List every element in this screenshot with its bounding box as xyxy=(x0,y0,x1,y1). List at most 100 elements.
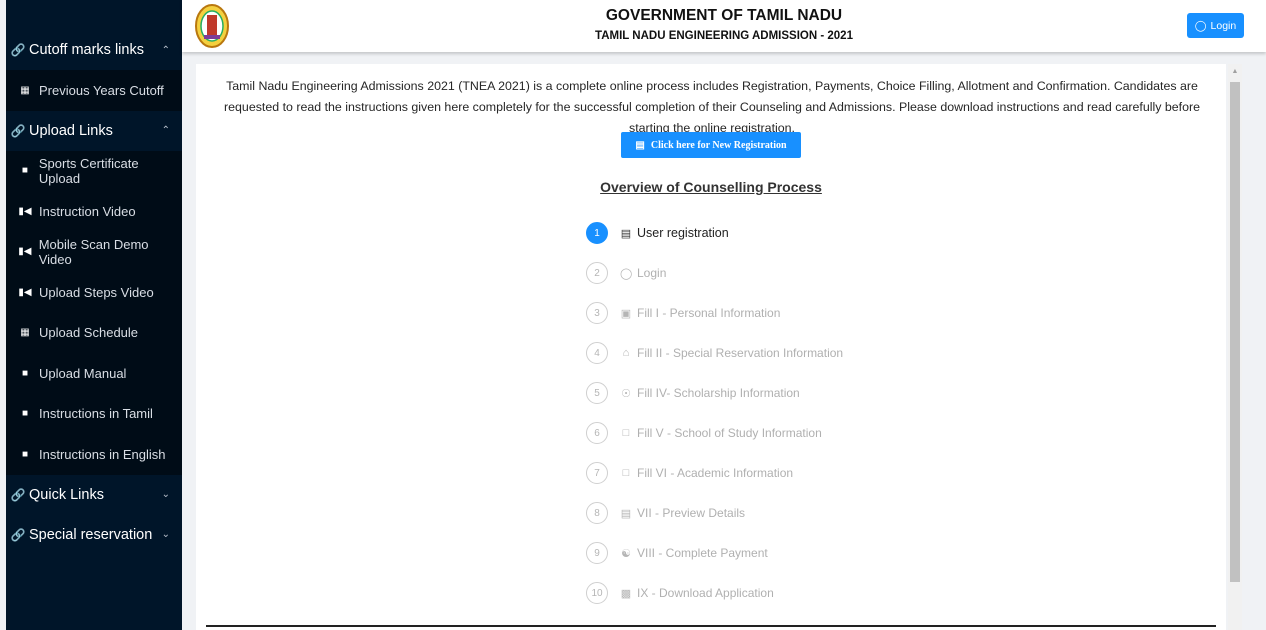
divider xyxy=(206,625,1216,627)
sidebar-item-label: Instructions in Tamil xyxy=(39,406,153,422)
chevron-up-icon: ⌃ xyxy=(161,44,170,56)
step-number: 1 xyxy=(586,222,608,244)
dollar-circle-icon: ☉ xyxy=(621,387,631,400)
chevron-down-icon: ⌄ xyxy=(161,529,170,540)
step-label: VIII - Complete Payment xyxy=(637,546,768,560)
step-label: Fill II - Special Reservation Informatio… xyxy=(637,346,844,360)
step-number: 8 xyxy=(586,502,608,524)
sidebar-item-upload-steps-video[interactable]: ▮◀ Upload Steps Video xyxy=(6,272,182,313)
chevron-down-icon: ⌄ xyxy=(161,489,170,500)
step-payment: 9 ☯ VIII - Complete Payment xyxy=(586,533,843,573)
step-number: 6 xyxy=(586,422,608,444)
login-button[interactable]: ◯ Login xyxy=(1187,13,1244,38)
sidebar-item-label: Upload Schedule xyxy=(39,325,139,341)
video-camera-icon: ▮◀ xyxy=(18,205,32,217)
id-card-icon: ▣ xyxy=(620,307,632,320)
step-academic: 7 □ Fill VI - Academic Information xyxy=(586,453,843,493)
sidebar-group-quick-links[interactable]: 🔗 Quick Links ⌄ xyxy=(6,475,182,515)
link-icon: 🔗 xyxy=(10,487,26,502)
sidebar-item-instructions-english[interactable]: ■ Instructions in English xyxy=(6,434,182,475)
step-download: 10 ▩ IX - Download Application xyxy=(586,573,843,613)
new-registration-button[interactable]: ▤ Click here for New Registration xyxy=(621,132,801,158)
step-user-registration: 1 ▤ User registration xyxy=(586,213,843,253)
file-icon: □ xyxy=(622,427,630,439)
sidebar-item-instruction-video[interactable]: ▮◀ Instruction Video xyxy=(6,191,182,232)
sidebar-item-previous-years-cutoff[interactable]: ▦ Previous Years Cutoff xyxy=(6,70,182,111)
user-icon: ◯ xyxy=(620,267,633,280)
sidebar: 🔗 Cutoff marks links ⌃ ▦ Previous Years … xyxy=(6,0,182,630)
book-icon: ■ xyxy=(21,367,29,379)
sidebar-item-label: Instruction Video xyxy=(39,203,136,219)
sidebar-group-label: Upload Links xyxy=(29,122,113,139)
step-number: 2 xyxy=(586,262,608,284)
step-label: Login xyxy=(637,266,667,280)
step-scholarship: 5 ☉ Fill IV- Scholarship Information xyxy=(586,373,843,413)
sidebar-group-cutoff-marks-links[interactable]: 🔗 Cutoff marks links ⌃ xyxy=(6,30,182,70)
page-subtitle: TAMIL NADU ENGINEERING ADMISSION - 2021 xyxy=(595,30,853,42)
video-camera-icon: ▮◀ xyxy=(18,246,32,258)
list-icon: ▤ xyxy=(620,507,632,520)
user-icon: ◯ xyxy=(1194,19,1207,32)
download-file-icon: ▩ xyxy=(620,587,632,600)
form-icon: ▤ xyxy=(620,227,632,240)
step-number: 3 xyxy=(586,302,608,324)
sidebar-item-sports-certificate-upload[interactable]: ■ Sports Certificate Upload xyxy=(6,151,182,192)
overview-title: Overview of Counselling Process xyxy=(600,179,822,195)
login-label: Login xyxy=(1210,19,1237,32)
book-icon: ■ xyxy=(21,448,29,460)
sidebar-item-label: Upload Steps Video xyxy=(39,284,154,300)
sidebar-item-label: Instructions in English xyxy=(39,446,166,462)
step-preview: 8 ▤ VII - Preview Details xyxy=(586,493,843,533)
scrollbar-thumb[interactable] xyxy=(1230,82,1240,582)
submenu-upload: ■ Sports Certificate Upload ▮◀ Instructi… xyxy=(6,150,182,475)
sidebar-group-label: Quick Links xyxy=(29,486,104,503)
step-label: User registration xyxy=(637,226,729,240)
vertical-scrollbar[interactable]: ▲ xyxy=(1228,64,1242,630)
calendar-icon: ▦ xyxy=(20,327,30,339)
submenu-cutoff: ▦ Previous Years Cutoff xyxy=(6,70,182,111)
step-label: Fill VI - Academic Information xyxy=(637,466,794,480)
scroll-up-arrow-icon[interactable]: ▲ xyxy=(1228,68,1242,75)
bank-icon: ☯ xyxy=(621,547,631,560)
sidebar-item-upload-schedule[interactable]: ▦ Upload Schedule xyxy=(6,313,182,354)
link-icon: 🔗 xyxy=(10,527,26,542)
step-label: Fill V - School of Study Information xyxy=(637,426,822,440)
sidebar-group-label: Cutoff marks links xyxy=(29,42,144,58)
step-label: IX - Download Application xyxy=(637,586,774,600)
sidebar-item-label: Sports Certificate Upload xyxy=(38,155,139,186)
top-header: GOVERNMENT OF TAMIL NADU TAMIL NADU ENGI… xyxy=(182,0,1266,52)
sidebar-group-label: Special reservation xyxy=(29,526,153,543)
sidebar-item-mobile-scan-demo-video[interactable]: ▮◀ Mobile Scan Demo Video xyxy=(6,232,182,273)
sidebar-item-label: Previous Years Cutoff xyxy=(39,82,164,98)
step-number: 4 xyxy=(586,342,608,364)
table-icon: ▦ xyxy=(20,84,30,96)
main-content: Tamil Nadu Engineering Admissions 2021 (… xyxy=(196,64,1226,630)
step-number: 9 xyxy=(586,542,608,564)
step-login: 2 ◯ Login xyxy=(586,253,843,293)
new-registration-label: Click here for New Registration xyxy=(650,139,787,151)
link-icon: 🔗 xyxy=(10,123,26,138)
link-icon: 🔗 xyxy=(10,43,26,57)
video-camera-icon: ▮◀ xyxy=(18,286,32,298)
sidebar-item-label: Upload Manual xyxy=(39,365,127,381)
page-title: GOVERNMENT OF TAMIL NADU xyxy=(605,7,843,24)
sidebar-item-instructions-tamil[interactable]: ■ Instructions in Tamil xyxy=(6,394,182,435)
step-label: Fill I - Personal Information xyxy=(637,306,781,320)
form-icon: ▤ xyxy=(635,139,645,151)
book-icon: ■ xyxy=(21,165,28,177)
sidebar-group-special-reservation[interactable]: 🔗 Special reservation ⌄ xyxy=(6,515,182,555)
step-label: Fill IV- Scholarship Information xyxy=(637,386,800,400)
book-icon: ■ xyxy=(21,408,29,420)
step-label: VII - Preview Details xyxy=(637,506,746,520)
step-school-of-study: 6 □ Fill V - School of Study Information xyxy=(586,413,843,453)
sidebar-item-upload-manual[interactable]: ■ Upload Manual xyxy=(6,353,182,394)
chevron-up-icon: ⌃ xyxy=(161,125,170,136)
step-number: 7 xyxy=(586,462,608,484)
counselling-steps: 1 ▤ User registration 2 ◯ Login 3 ▣ Fill… xyxy=(586,213,843,613)
sidebar-group-upload-links[interactable]: 🔗 Upload Links ⌃ xyxy=(6,111,182,151)
home-icon: ⌂ xyxy=(622,347,630,359)
file-icon: □ xyxy=(622,467,630,479)
step-number: 10 xyxy=(586,582,608,604)
intro-text: Tamil Nadu Engineering Admissions 2021 (… xyxy=(224,79,1200,135)
sidebar-item-label: Mobile Scan Demo Video xyxy=(38,236,149,267)
